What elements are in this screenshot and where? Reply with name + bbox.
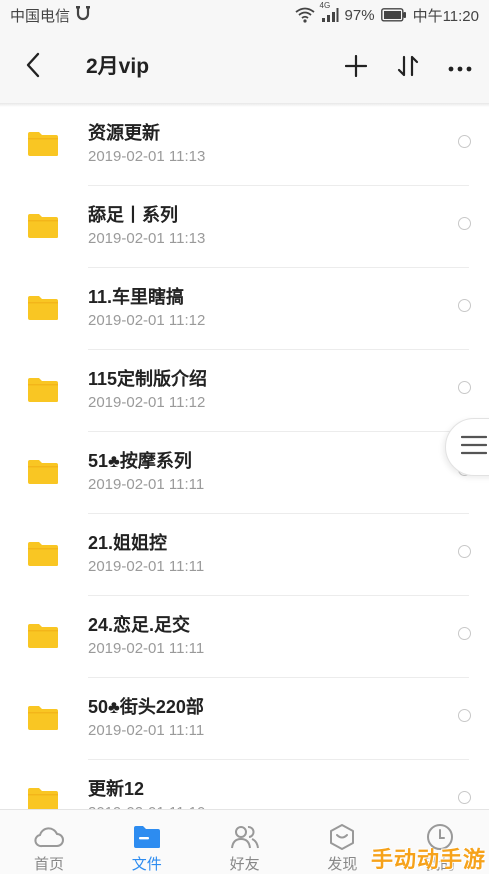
nav-item-3[interactable]: 好友 [196,810,294,874]
file-row-9[interactable]: 更新12 2019-02-01 11:10 [0,775,489,809]
select-radio[interactable] [458,381,471,394]
file-row-5[interactable]: 51♣按摩系列 2019-02-01 11:11 [0,447,489,529]
folder-icon [27,377,59,403]
nav-item-1[interactable]: 首页 [0,810,98,874]
row-divider [88,267,469,268]
file-date: 2019-02-01 11:12 [88,312,206,329]
nav-label: 文件 [131,856,162,873]
file-date: 2019-02-01 11:11 [88,722,205,739]
clock: 中午11:20 [412,7,479,25]
file-row-1[interactable]: 资源更新 2019-02-01 11:13 [0,119,489,201]
folder-icon [27,131,59,157]
nav-label: 首页 [33,856,64,873]
folder-icon [27,295,59,321]
file-row-2[interactable]: 舔足丨系列 2019-02-01 11:13 [0,201,489,283]
row-divider [88,595,469,596]
row-divider [88,349,469,350]
friends-icon [230,822,260,852]
select-radio[interactable] [458,709,471,722]
file-date: 2019-02-01 11:11 [88,476,205,493]
menu-icon [460,435,488,460]
status-bar-right: 4G 97% 中午11:20 [294,1,479,26]
status-bar-left: 中国电信 [10,5,91,26]
wifi-icon [294,7,315,23]
row-divider [88,513,469,514]
folder-icon [27,541,59,567]
sort-button[interactable] [392,52,424,84]
plus-icon [344,54,368,82]
watermark: 手动动手游 [363,838,487,874]
select-radio[interactable] [458,545,471,558]
more-icon [448,59,472,77]
network-type-label: 4G [319,1,331,10]
top-app-bar: 2月vip [0,30,489,104]
file-row-6[interactable]: 21.姐姐控 2019-02-01 11:11 [0,529,489,611]
nav-item-2[interactable]: 文件 [98,810,196,874]
folder-icon [27,705,59,731]
folder-icon [27,623,59,649]
select-radio[interactable] [458,627,471,640]
row-divider [88,759,469,760]
battery-icon [380,8,407,22]
cloud-icon [34,822,64,852]
page-title: 2月vip [86,55,150,78]
file-name: 更新12 [88,779,145,799]
file-name: 11.车里瞎搞 [88,287,185,307]
select-radio[interactable] [458,791,471,804]
file-row-7[interactable]: 24.恋足.足交 2019-02-01 11:11 [0,611,489,693]
folder-icon [27,459,59,485]
row-divider [88,677,469,678]
notification-u-icon [76,5,91,25]
file-date: 2019-02-01 11:12 [88,394,206,411]
status-bar: 中国电信 4G 97% 中午11:20 [0,0,489,30]
select-radio[interactable] [458,217,471,230]
folder-icon [27,213,59,239]
row-divider [88,431,469,432]
sort-icon [396,54,420,83]
file-name: 51♣按摩系列 [88,451,192,471]
discover-icon [327,822,357,852]
file-row-3[interactable]: 11.车里瞎搞 2019-02-01 11:12 [0,283,489,365]
signal-icon: 4G [320,1,339,23]
file-row-8[interactable]: 50♣街头220部 2019-02-01 11:11 [0,693,489,775]
file-date: 2019-02-01 11:13 [88,148,206,165]
file-row-4[interactable]: 115定制版介绍 2019-02-01 11:12 [0,365,489,447]
file-list[interactable]: 资源更新 2019-02-01 11:13 舔足丨系列 2019-02-01 1… [0,107,489,809]
select-radio[interactable] [458,299,471,312]
file-name: 50♣街头220部 [88,697,204,717]
chevron-left-icon [25,52,41,83]
watermark-text: 手动动手游 [371,848,487,873]
file-name: 24.恋足.足交 [88,615,191,635]
file-date: 2019-02-01 11:11 [88,558,205,575]
file-name: 舔足丨系列 [88,205,178,225]
carrier-name: 中国电信 [10,7,71,25]
select-radio[interactable] [458,135,471,148]
more-options-button[interactable] [444,52,476,84]
file-name: 资源更新 [88,123,160,143]
back-button[interactable] [18,52,48,82]
nav-label: 好友 [229,856,260,873]
battery-percent: 97% [344,6,375,24]
folder-icon [27,787,59,809]
file-name: 115定制版介绍 [88,369,208,389]
folder-icon [132,822,162,852]
file-date: 2019-02-01 11:11 [88,640,205,657]
row-divider [88,185,469,186]
file-date: 2019-02-01 11:13 [88,230,206,247]
add-button[interactable] [340,52,372,84]
file-name: 21.姐姐控 [88,533,168,553]
